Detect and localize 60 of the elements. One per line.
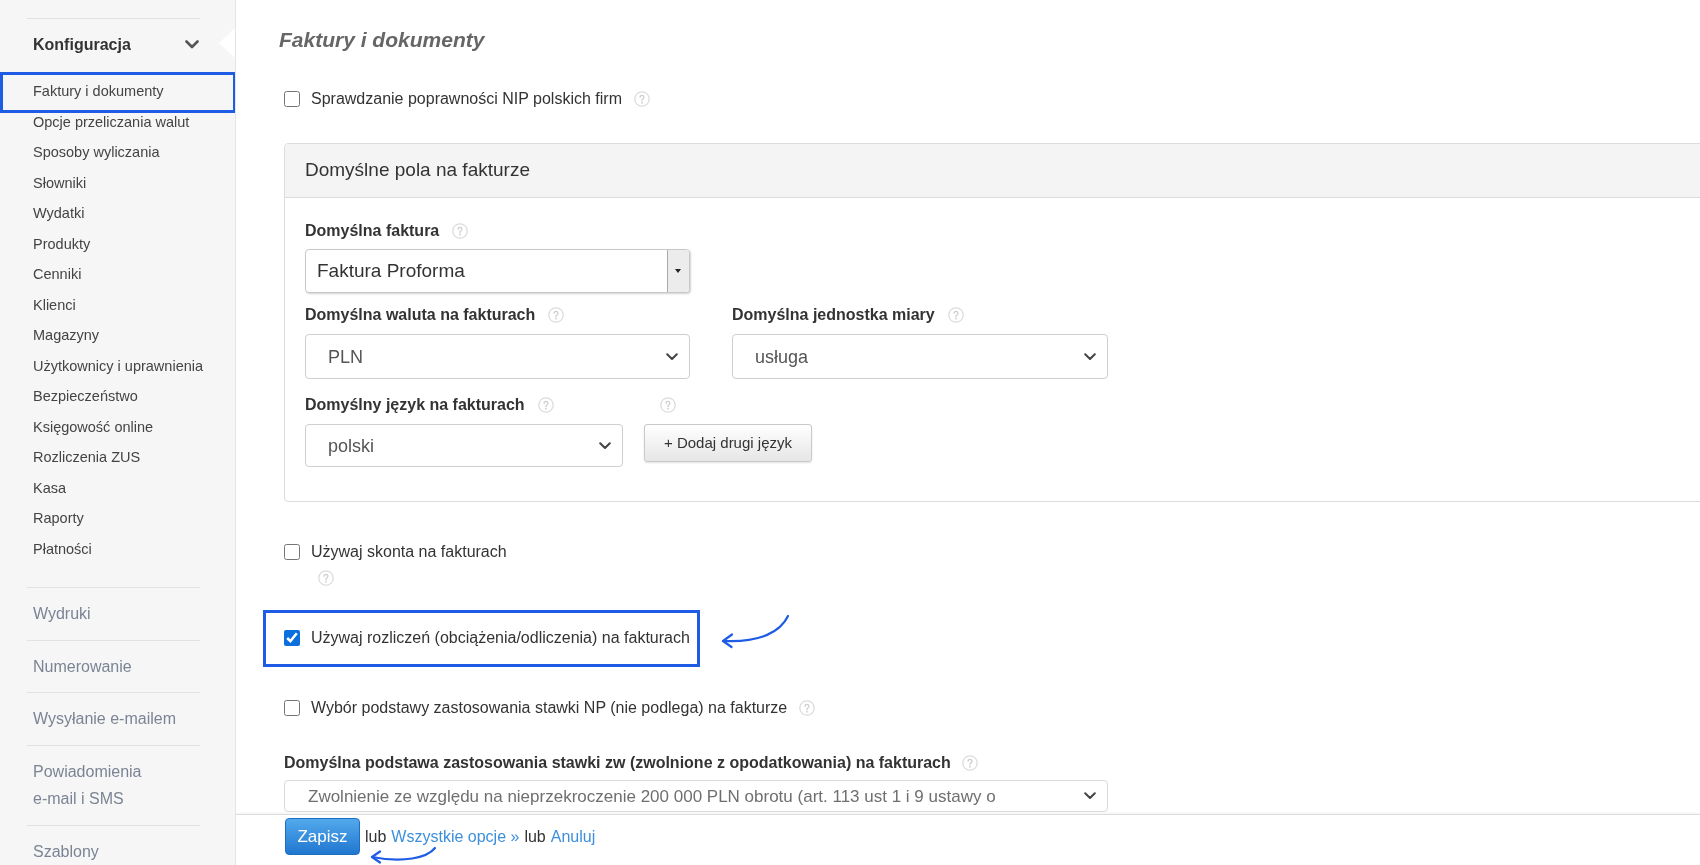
sidebar-item[interactable]: Rozliczenia ZUS [0, 443, 235, 474]
chevron-down-icon [1084, 792, 1096, 800]
sidebar-heading[interactable]: Wydruki [0, 588, 183, 640]
sidebar-item[interactable]: Słowniki [0, 168, 235, 199]
sidebar-heading[interactable]: Numerowanie [0, 640, 183, 692]
footer-link[interactable]: Wszystkie opcje » [391, 824, 520, 849]
footer-text: lub [524, 826, 546, 847]
field-label: Domyślna jednostka miary [732, 305, 935, 325]
sidebar-item[interactable]: Płatności [0, 534, 235, 565]
field-label: Domyślna podstawa zastosowania stawki zw (zwolnione z opodatkowania) na fakturach [284, 753, 951, 773]
checkbox[interactable] [284, 544, 300, 560]
checkbox[interactable] [284, 700, 300, 716]
chevron-down-icon [185, 40, 199, 49]
sidebar-item[interactable]: Bezpieczeństwo [0, 382, 235, 413]
sidebar-item[interactable]: Produkty [0, 229, 235, 260]
sidebar-item[interactable]: Magazyny [0, 321, 235, 352]
sidebar-heading[interactable]: Konfiguracja [0, 19, 201, 70]
dropdown[interactable]: PLN [305, 334, 690, 379]
sidebar-item[interactable]: Kasa [0, 473, 235, 504]
sidebar-item[interactable]: Wydatki [0, 199, 235, 230]
sidebar-item[interactable]: Faktury i dokumenty [0, 72, 235, 113]
sidebar-heading[interactable]: Powiadomienia e-mail i SMS [0, 745, 183, 825]
dropdown[interactable]: polski [305, 424, 623, 467]
sidebar-heading[interactable]: Szablony [0, 825, 183, 865]
chevron-down-icon [666, 352, 678, 361]
chevron-down-icon [599, 441, 611, 450]
help-icon[interactable] [633, 91, 650, 107]
checkbox-label: Wybór podstawy zastosowania stawki NP (nie podlega) na fakturze [311, 698, 788, 718]
dropdown[interactable]: Zwolnienie ze względu na nieprzekroczenie 200 000 PLN obrotu (art. 113 ust 1 i 9 ustawy o [284, 780, 1108, 812]
page-title: Faktury i dokumenty [279, 27, 485, 53]
sidebar-item[interactable]: Raporty [0, 504, 235, 535]
footer-text: lub [365, 826, 387, 847]
field-label: Domyślna waluta na fakturach [305, 305, 536, 325]
help-icon[interactable] [548, 307, 565, 323]
help-icon[interactable] [799, 700, 816, 716]
checkbox-label: Sprawdzanie poprawności NIP polskich firm [311, 89, 622, 109]
help-icon[interactable] [947, 307, 964, 323]
help-icon[interactable] [318, 570, 334, 586]
help-icon[interactable] [660, 397, 676, 413]
dropdown[interactable]: Faktura Proforma [305, 249, 690, 293]
caret-down-icon [667, 250, 689, 292]
checkbox[interactable] [284, 91, 300, 107]
help-icon[interactable] [961, 755, 978, 771]
sidebar-item[interactable]: Klienci [0, 290, 235, 321]
sidebar-item[interactable]: Sposoby wyliczania [0, 138, 235, 169]
sidebar-item[interactable]: Księgowość online [0, 412, 235, 443]
help-icon[interactable] [537, 397, 554, 413]
checkbox-label: Używaj rozliczeń (obciążenia/odliczenia) na fakturach [311, 628, 690, 648]
checkbox-label: Używaj skonta na fakturach [311, 542, 507, 562]
field-label: Domyślna faktura [305, 221, 440, 241]
panel-header: Domyślne pola na fakturze [285, 144, 1700, 198]
dropdown[interactable]: usługa [732, 334, 1108, 379]
sidebar-item[interactable]: Cenniki [0, 260, 235, 291]
chevron-down-icon [1084, 352, 1096, 361]
sidebar-heading[interactable]: Wysyłanie e-mailem [0, 693, 183, 745]
help-icon[interactable] [452, 223, 469, 239]
checkbox[interactable] [284, 630, 300, 646]
field-label: Domyślny język na fakturach [305, 395, 525, 415]
add-language-button[interactable]: + Dodaj drugi język [644, 424, 812, 462]
sidebar-item[interactable]: Użytkownicy i uprawnienia [0, 351, 235, 382]
